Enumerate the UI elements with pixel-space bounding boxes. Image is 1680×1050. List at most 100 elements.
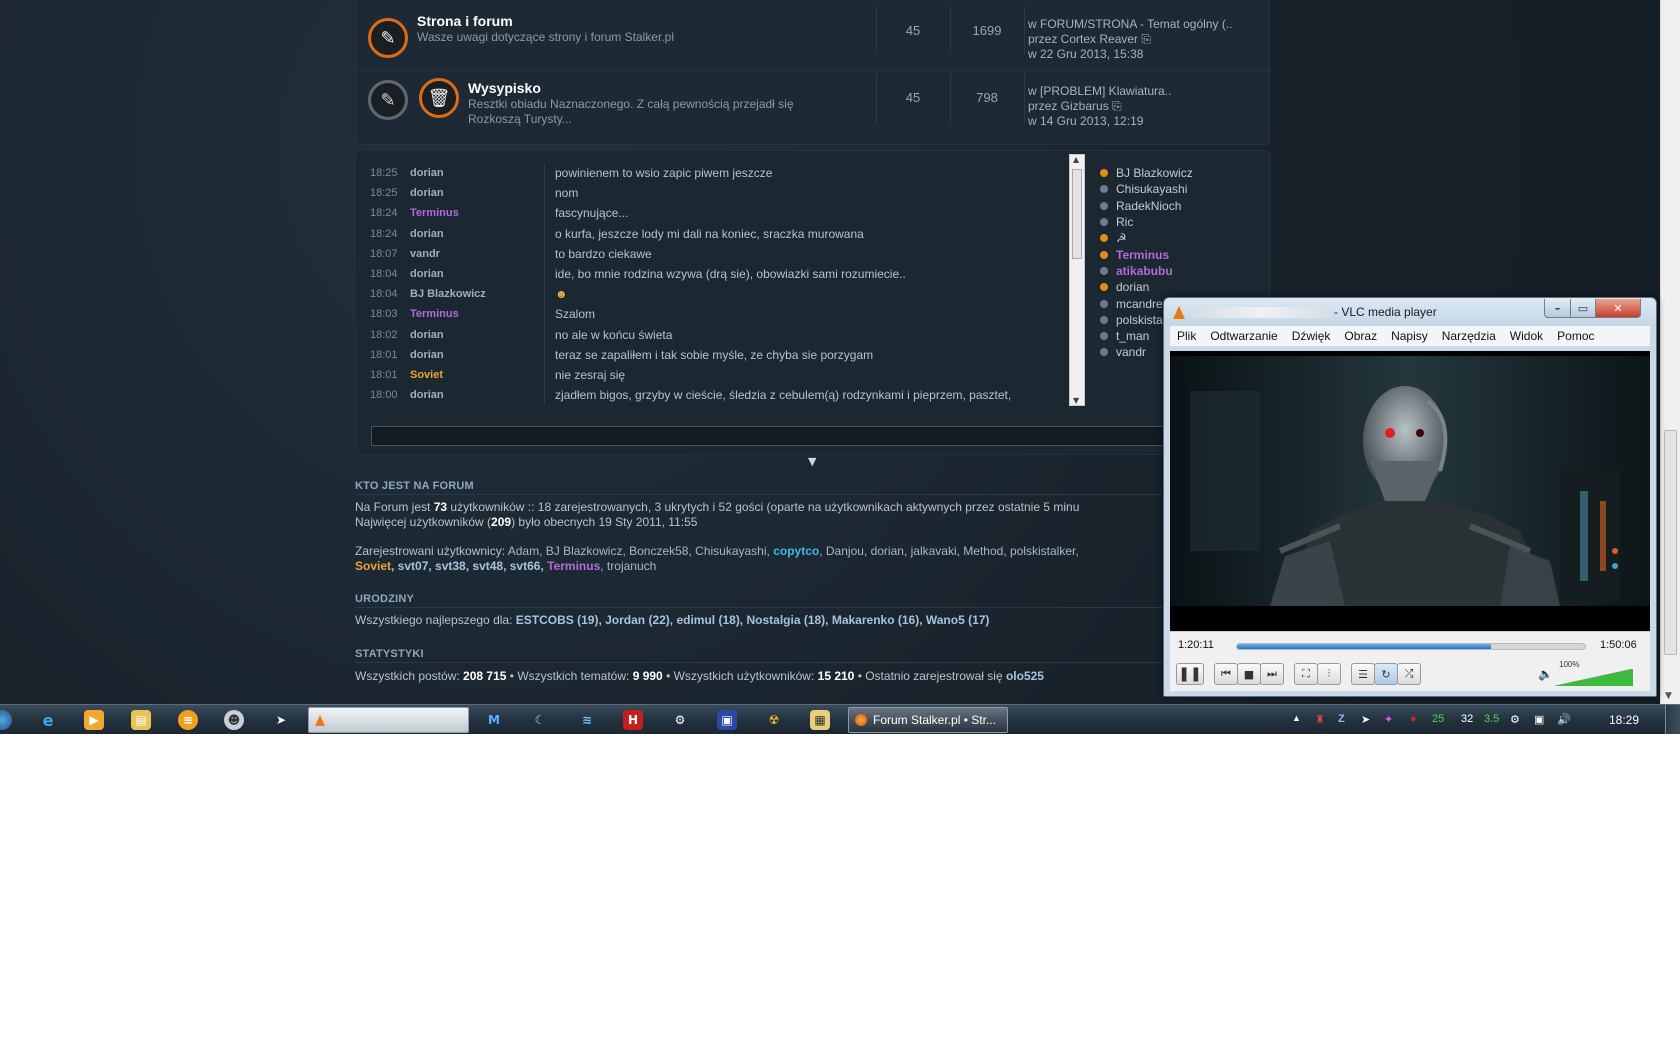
registered-users-list[interactable]: , trojanuch (600, 559, 656, 573)
last-post-topic[interactable]: w [PROBLEM] Klawiatura.. (1028, 84, 1171, 99)
online-user-name[interactable]: atikabubu (1116, 264, 1173, 278)
forum-title[interactable]: Wysypisko (468, 80, 541, 96)
vlc-menu-item[interactable]: Dźwięk (1285, 329, 1338, 343)
playlist-button[interactable]: ☰ (1351, 663, 1375, 685)
online-user[interactable]: Ric (1100, 214, 1260, 230)
start-orb-icon[interactable] (0, 710, 12, 730)
loop-button[interactable]: ↻ (1374, 663, 1398, 685)
shout-author[interactable]: Terminus (410, 203, 545, 224)
online-user[interactable]: ☭ (1100, 230, 1260, 246)
minimize-button[interactable]: – (1544, 299, 1571, 318)
online-user-name[interactable]: RadekNioch (1116, 199, 1181, 213)
online-user-name[interactable]: dorian (1116, 280, 1149, 294)
cursor-app-icon[interactable]: ➤ (271, 710, 291, 730)
online-user-name[interactable]: ☭ (1116, 231, 1127, 245)
vlc-menu-item[interactable]: Napisy (1384, 329, 1435, 343)
shoutbox-scrollbar[interactable]: ▲ ▼ (1069, 154, 1085, 406)
tray-app-icon[interactable]: ✦ (1384, 713, 1393, 726)
online-user-name[interactable]: BJ Blazkowicz (1116, 166, 1193, 180)
forum-title[interactable]: Strona i forum (417, 13, 513, 29)
newest-user-link[interactable]: olo525 (1006, 669, 1044, 683)
vlc-menu-item[interactable]: Obraz (1337, 329, 1384, 343)
shout-author[interactable]: vandr (410, 243, 545, 264)
equalizer-button[interactable]: ⫶ (1317, 663, 1341, 685)
next-button[interactable]: ⏭ (1260, 663, 1284, 685)
online-user[interactable]: Terminus (1100, 246, 1260, 262)
forum-row-strona-i-forum[interactable]: ✎ Strona i forum Wasze uwagi dotyczące s… (356, 0, 1271, 66)
view-latest-icon[interactable]: ⎘ (1141, 32, 1151, 46)
show-desktop-button[interactable] (1665, 705, 1680, 734)
taskbar-task-vlc[interactable] (308, 707, 469, 733)
app-icon[interactable]: ☾ (530, 710, 550, 730)
online-user[interactable]: BJ Blazkowicz (1100, 165, 1260, 181)
tray-app-icon[interactable]: ⚙ (1510, 713, 1520, 726)
vlc-menu-item[interactable]: Plik (1170, 329, 1203, 343)
steam-icon[interactable]: ⚙ (670, 710, 690, 730)
registered-users-list[interactable]: , Danjou, dorian, jalkavaki, Method, pol… (819, 544, 1078, 558)
online-user-name[interactable]: Ric (1116, 215, 1133, 229)
network-icon[interactable]: ▣ (1534, 713, 1544, 726)
shout-author[interactable]: dorian (410, 344, 545, 365)
tray-app-icon[interactable]: ➤ (1361, 713, 1370, 726)
speaker-icon[interactable]: 🔊 (1557, 713, 1571, 726)
online-user-name[interactable]: polskista (1116, 313, 1163, 327)
video-frame[interactable] (1170, 351, 1650, 631)
shout-author[interactable]: dorian (410, 183, 545, 204)
speaker-icon[interactable]: 🔈 (1538, 667, 1553, 681)
app-icon[interactable]: ☻ (224, 710, 244, 730)
page-scroll-thumb[interactable] (1664, 430, 1677, 655)
online-user-name[interactable]: t_man (1116, 329, 1149, 343)
collapse-arrow-icon[interactable]: ▼ (808, 455, 816, 468)
media-player-icon[interactable]: ▶ (84, 710, 104, 730)
shout-author[interactable]: BJ Blazkowicz (410, 284, 545, 305)
scroll-down-icon[interactable]: ▼ (1073, 396, 1079, 405)
tray-expand-icon[interactable]: ▲ (1292, 713, 1301, 723)
online-user-name[interactable]: vandr (1116, 345, 1146, 359)
vlc-titlebar[interactable]: - VLC media player – ▭ ✕ (1164, 298, 1656, 326)
shoutbox-input[interactable] (371, 426, 1266, 446)
birthday-users[interactable]: ESTCOBS (19), Jordan (22), edimul (18), … (516, 613, 990, 627)
forum-row-wysypisko[interactable]: ✎ 🗑 Wysypisko Resztki obiadu Naznaczoneg… (356, 70, 1271, 136)
tray-app-icon[interactable]: ♜ (1315, 713, 1325, 726)
app-icon[interactable]: ▦ (810, 710, 830, 730)
shout-author[interactable]: dorian (410, 263, 545, 285)
hitman-icon[interactable]: H (623, 710, 643, 730)
online-user-name[interactable]: mcandre (1116, 297, 1163, 311)
internet-explorer-icon[interactable]: e (38, 710, 58, 730)
registered-users-list[interactable]: , svt07, svt38, svt48, svt66, (391, 559, 544, 573)
scroll-up-icon[interactable]: ▲ (1073, 155, 1079, 164)
vlc-menu-item[interactable]: Narzędzia (1435, 329, 1503, 343)
shout-author[interactable]: dorian (410, 324, 545, 345)
vlc-menu-item[interactable]: Odtwarzanie (1203, 329, 1284, 343)
app-icon[interactable]: M (484, 710, 504, 730)
scroll-thumb[interactable] (1072, 169, 1082, 259)
user-link[interactable]: Soviet (355, 559, 391, 573)
folder-icon[interactable]: ▤ (131, 710, 151, 730)
tray-app-icon[interactable]: ● (1410, 713, 1417, 725)
online-user[interactable]: atikabubu (1100, 263, 1260, 279)
stop-button[interactable]: ■ (1237, 663, 1261, 685)
scroll-down-icon[interactable]: ▼ (1665, 691, 1672, 701)
user-link[interactable]: Terminus (547, 559, 600, 573)
maximize-button[interactable]: ▭ (1570, 299, 1596, 318)
pause-button[interactable]: ❚❚ (1176, 663, 1204, 685)
online-user-name[interactable]: Terminus (1116, 248, 1169, 262)
app-icon[interactable]: ≡ (178, 710, 198, 730)
fullscreen-button[interactable]: ⛶ (1294, 663, 1318, 685)
shout-author[interactable]: dorian (410, 223, 545, 244)
seek-bar[interactable] (1236, 643, 1586, 650)
radiation-icon[interactable]: ☢ (764, 710, 784, 730)
page-scrollbar[interactable]: ▼ (1660, 0, 1680, 704)
taskbar-task-firefox[interactable]: Forum Stalker.pl • Str... (848, 707, 1008, 733)
last-post-author[interactable]: przez Gizbarus (1028, 99, 1109, 113)
shout-author[interactable]: dorian (410, 385, 545, 406)
previous-button[interactable]: ⏮ (1214, 663, 1238, 685)
vlc-menu-item[interactable]: Pomoc (1550, 329, 1601, 343)
last-post-author[interactable]: przez Cortex Reaver (1028, 32, 1138, 46)
shuffle-button[interactable]: ⤮ (1397, 663, 1421, 685)
tray-app-icon[interactable]: Z (1338, 713, 1345, 725)
vlc-window[interactable]: - VLC media player – ▭ ✕ Plik Odtwarzanie… (1163, 297, 1657, 697)
app-icon[interactable]: ▣ (717, 710, 737, 730)
registered-users-list[interactable]: Adam, BJ Blazkowicz, Bonczek58, Chisukay… (508, 544, 770, 558)
last-post-topic[interactable]: w FORUM/STRONA - Temat ogólny (.. (1028, 17, 1233, 32)
